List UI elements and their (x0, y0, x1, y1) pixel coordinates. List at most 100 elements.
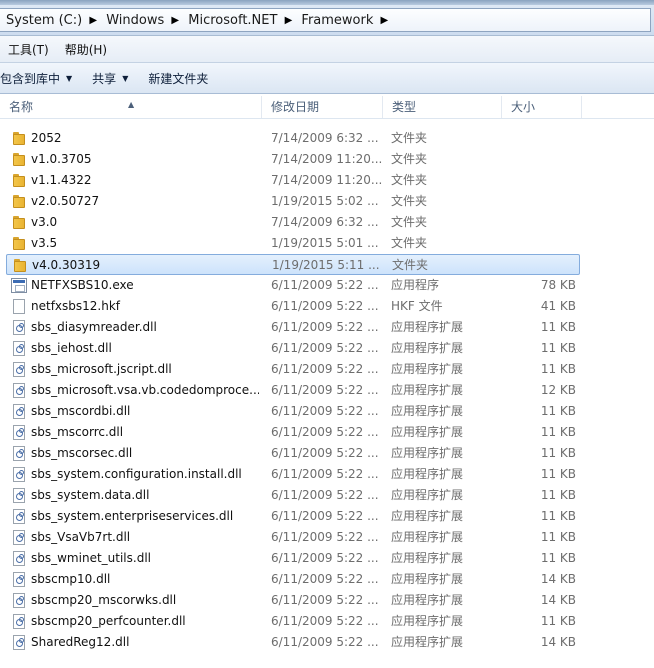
chevron-right-icon[interactable]: ▶ (168, 15, 182, 26)
file-size (502, 233, 576, 254)
file-date: 7/14/2009 11:20... (271, 152, 383, 166)
file-type: 文件夹 (391, 236, 428, 250)
column-header-name[interactable]: 名称 ▲ (0, 96, 262, 118)
breadcrumb[interactable]: System (C:) ▶ Windows ▶ Microsoft.NET ▶ … (0, 8, 651, 32)
file-row[interactable]: sbs_mscorrc.dll 6/11/2009 5:22 ... 应用程序扩展 1… (0, 422, 580, 443)
column-name-label: 名称 (9, 100, 34, 114)
menu-tools[interactable]: 工具(T) (0, 41, 57, 58)
file-type: 应用程序扩展 (391, 635, 464, 649)
dll-icon (13, 320, 25, 335)
breadcrumb-label[interactable]: Windows (100, 13, 168, 28)
file-row[interactable]: sbs_mscorsec.dll 6/11/2009 5:22 ... 应用程序扩展… (0, 443, 580, 464)
file-row[interactable]: SharedReg12.dll 6/11/2009 5:22 ... 应用程序扩展 1… (0, 632, 580, 653)
file-date: 6/11/2009 5:22 ... (271, 635, 379, 649)
file-row[interactable]: sbs_system.enterpriseservices.dll 6/11/20… (0, 506, 580, 527)
file-row[interactable]: sbscmp20_perfcounter.dll 6/11/2009 5:22 .… (0, 611, 580, 632)
file-date: 7/14/2009 6:32 ... (271, 131, 379, 145)
file-row[interactable]: sbs_microsoft.jscript.dll 6/11/2009 5:22 … (0, 359, 580, 380)
file-row[interactable]: v1.1.4322 7/14/2009 11:20... 文件夹 (0, 170, 580, 191)
file-size: 11 KB (540, 488, 576, 502)
file-row[interactable]: sbscmp20_mscorwks.dll 6/11/2009 5:22 ... 应… (0, 590, 580, 611)
file-size: 11 KB (540, 530, 576, 544)
file-size: 11 KB (540, 362, 576, 376)
file-row[interactable]: sbs_VsaVb7rt.dll 6/11/2009 5:22 ... 应用程序扩展… (0, 527, 580, 548)
column-header-size[interactable]: 大小 (502, 96, 582, 118)
file-date: 6/11/2009 5:22 ... (271, 425, 379, 439)
file-type: 应用程序扩展 (391, 404, 464, 418)
breadcrumb-item-drive[interactable]: System (C:) ▶ (0, 9, 100, 31)
file-row[interactable]: v1.0.3705 7/14/2009 11:20... 文件夹 (0, 149, 580, 170)
file-date: 6/11/2009 5:22 ... (271, 467, 379, 481)
file-name: sbs_diasymreader.dll (31, 320, 157, 334)
new-folder-button[interactable]: 新建文件夹 (138, 65, 218, 91)
breadcrumb-item-microsoft-net[interactable]: Microsoft.NET ▶ (182, 9, 295, 31)
file-row[interactable]: sbs_microsoft.vsa.vb.codedomproce... 6/11… (0, 380, 580, 401)
breadcrumb-label[interactable]: Framework (295, 13, 377, 28)
file-row[interactable]: sbs_diasymreader.dll 6/11/2009 5:22 ... 应用… (0, 317, 580, 338)
column-header-type[interactable]: 类型 (383, 96, 502, 118)
dll-icon (13, 635, 25, 650)
chevron-right-icon[interactable]: ▶ (281, 15, 295, 26)
file-size: 14 KB (540, 635, 576, 649)
column-header-date[interactable]: 修改日期 (262, 96, 383, 118)
column-type-label: 类型 (392, 100, 417, 114)
file-date: 6/11/2009 5:22 ... (271, 488, 379, 502)
dll-icon (13, 341, 25, 356)
dll-icon (13, 404, 25, 419)
chevron-right-icon[interactable]: ▶ (86, 15, 100, 26)
file-row[interactable]: sbs_iehost.dll 6/11/2009 5:22 ... 应用程序扩展 11… (0, 338, 580, 359)
file-name: SharedReg12.dll (31, 635, 130, 649)
file-type: 文件夹 (391, 194, 428, 208)
file-date: 6/11/2009 5:22 ... (271, 593, 379, 607)
folder-icon (11, 131, 27, 146)
file-icon (13, 299, 25, 314)
file-type: 应用程序扩展 (391, 593, 464, 607)
chevron-right-icon[interactable]: ▶ (377, 15, 391, 26)
file-row[interactable]: NETFXSBS10.exe 6/11/2009 5:22 ... 应用程序 78 K… (0, 275, 580, 296)
file-type: 应用程序 (391, 278, 440, 292)
breadcrumb-item-framework[interactable]: Framework ▶ (295, 9, 391, 31)
file-row[interactable]: sbs_mscordbi.dll 6/11/2009 5:22 ... 应用程序扩展… (0, 401, 580, 422)
file-size: 11 KB (540, 551, 576, 565)
file-type: 应用程序扩展 (391, 341, 464, 355)
share-button[interactable]: 共享 ▼ (82, 65, 138, 91)
folder-icon (11, 215, 27, 230)
file-name: sbs_system.enterpriseservices.dll (31, 509, 234, 523)
file-row[interactable]: v2.0.50727 1/19/2015 5:02 ... 文件夹 (0, 191, 580, 212)
menu-help[interactable]: 帮助(H) (57, 41, 115, 58)
file-row[interactable]: netfxsbs12.hkf 6/11/2009 5:22 ... HKF 文件 41… (0, 296, 580, 317)
file-date: 7/14/2009 6:32 ... (271, 215, 379, 229)
file-row[interactable]: v3.0 7/14/2009 6:32 ... 文件夹 (0, 212, 580, 233)
file-size: 11 KB (540, 341, 576, 355)
folder-icon (11, 152, 27, 167)
file-row[interactable]: 2052 7/14/2009 6:32 ... 文件夹 (0, 128, 580, 149)
file-type: 应用程序扩展 (391, 488, 464, 502)
file-name: sbs_system.data.dll (31, 488, 150, 502)
folder-icon (12, 258, 28, 273)
chevron-down-icon: ▼ (66, 73, 73, 83)
file-size: 12 KB (540, 383, 576, 397)
breadcrumb-item-windows[interactable]: Windows ▶ (100, 9, 182, 31)
file-type: 应用程序扩展 (391, 572, 464, 586)
file-row[interactable]: sbscmp10.dll 6/11/2009 5:22 ... 应用程序扩展 14 K… (0, 569, 580, 590)
file-name: v4.0.30319 (32, 258, 101, 272)
file-row[interactable]: sbs_system.data.dll 6/11/2009 5:22 ... 应用程… (0, 485, 580, 506)
file-name: v1.1.4322 (31, 173, 92, 187)
file-size: 11 KB (540, 404, 576, 418)
file-row[interactable]: v4.0.30319 1/19/2015 5:11 ... 文件夹 (6, 254, 580, 275)
breadcrumb-label[interactable]: Microsoft.NET (182, 13, 281, 28)
exe-icon (11, 278, 27, 293)
file-row[interactable]: sbs_system.configuration.install.dll 6/11… (0, 464, 580, 485)
file-row[interactable]: sbs_wminet_utils.dll 6/11/2009 5:22 ... 应用… (0, 548, 580, 569)
dll-icon (13, 572, 25, 587)
breadcrumb-label[interactable]: System (C:) (0, 13, 86, 28)
file-list: 2052 7/14/2009 6:32 ... 文件夹 v1.0.3705 7/14/2… (0, 128, 654, 653)
file-date: 1/19/2015 5:01 ... (271, 236, 379, 250)
file-name: sbscmp20_mscorwks.dll (31, 593, 177, 607)
include-in-library-button[interactable]: 包含到库中 ▼ (0, 65, 82, 91)
file-name: NETFXSBS10.exe (31, 278, 134, 292)
file-size (502, 128, 576, 149)
file-row[interactable]: v3.5 1/19/2015 5:01 ... 文件夹 (0, 233, 580, 254)
dll-icon (13, 362, 25, 377)
dll-icon (13, 383, 25, 398)
